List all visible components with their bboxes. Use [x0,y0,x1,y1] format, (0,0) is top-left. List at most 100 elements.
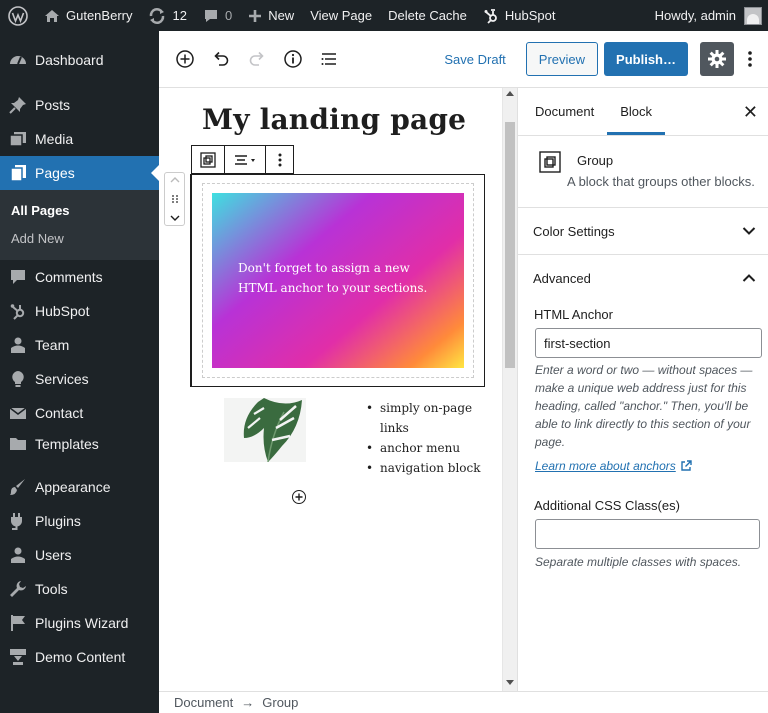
chevron-up-icon [742,273,756,283]
my-account-link[interactable]: Howdy, admin [647,0,762,31]
download-icon [8,647,28,667]
feature-list[interactable]: simply on-page links anchor menu navigati… [361,398,481,478]
sidebar-item-contact[interactable]: Contact [0,396,159,430]
drag-handle-icon[interactable] [171,194,179,204]
comments-icon [8,267,28,287]
block-type-button[interactable] [192,146,225,173]
hubspot-link[interactable]: HubSpot [475,0,564,31]
inline-add-block-button[interactable] [292,490,306,504]
block-toolbar [191,145,294,174]
paintbrush-icon [8,477,28,497]
plugin-icon [8,511,28,531]
sidebar-item-label: Team [35,337,70,353]
admin-sidebar: Dashboard Posts Media Pages All Pages Ad… [0,31,159,713]
close-icon[interactable]: ✕ [743,102,758,123]
plus-circle-icon [175,49,195,69]
scroll-down-arrow-icon[interactable] [506,680,514,685]
delete-cache-link[interactable]: Delete Cache [380,0,475,31]
color-settings-panel[interactable]: Color Settings [518,208,768,255]
tab-document[interactable]: Document [522,88,607,135]
undo-button[interactable] [203,41,239,77]
external-link-icon [680,460,692,472]
plant-image[interactable] [224,398,306,462]
sidebar-item-plugins[interactable]: Plugins [0,504,159,538]
updates-link[interactable]: 12 [140,0,194,31]
breadcrumb-document[interactable]: Document [174,695,233,710]
settings-sidebar: Document Block ✕ Group A block that grou… [517,88,768,691]
new-content-link[interactable]: New [240,0,302,31]
pin-icon [8,95,28,115]
align-center-icon [233,154,257,166]
breadcrumb-group[interactable]: Group [262,695,298,710]
sidebar-item-posts[interactable]: Posts [0,88,159,122]
sidebar-item-dashboard[interactable]: Dashboard [0,43,159,77]
users-icon [8,545,28,565]
block-card: Group A block that groups other blocks. [518,136,768,208]
gear-icon [707,49,727,69]
settings-button[interactable] [700,42,734,76]
more-options-button[interactable] [738,42,762,76]
comments-link[interactable]: 0 [195,0,240,31]
delete-cache-label: Delete Cache [388,8,467,23]
sidebar-item-label: Demo Content [35,649,126,665]
sidebar-item-templates[interactable]: Templates [0,430,159,458]
help-line: able to link directly to this section of… [535,417,751,431]
help-line: page. [535,435,566,449]
align-button[interactable] [225,146,266,173]
tab-block[interactable]: Block [607,88,666,135]
list-item-line: simply on-page [380,401,473,415]
sidebar-item-tools[interactable]: Tools [0,572,159,606]
canvas-scrollbar[interactable] [502,88,517,691]
sidebar-item-pages[interactable]: Pages [0,156,159,190]
sidebar-item-comments[interactable]: Comments [0,260,159,294]
html-anchor-label: HTML Anchor [534,307,613,322]
preview-button[interactable]: Preview [525,42,599,76]
sidebar-item-appearance[interactable]: Appearance [0,470,159,504]
plus-icon [248,9,262,23]
redo-button[interactable] [239,41,275,77]
block-navigation-button[interactable] [311,41,347,77]
sidebar-item-users[interactable]: Users [0,538,159,572]
move-up-button[interactable] [170,176,180,183]
folder-icon [8,434,28,454]
flag-icon [8,613,28,633]
sidebar-item-demo-content[interactable]: Demo Content [0,640,159,674]
scroll-up-arrow-icon[interactable] [506,91,514,96]
sidebar-item-hubspot[interactable]: HubSpot [0,294,159,328]
group-paragraph[interactable]: Don't forget to assign a new HTML anchor… [238,258,443,298]
advanced-panel-toggle[interactable]: Advanced [518,255,768,301]
wordpress-logo-button[interactable] [0,0,36,31]
avatar [744,6,762,25]
post-title[interactable]: My landing page [202,103,466,136]
lightbulb-icon [8,369,28,389]
view-page-link[interactable]: View Page [302,0,380,31]
pages-submenu: All Pages Add New [0,190,159,260]
sidebar-item-plugins-wizard[interactable]: Plugins Wizard [0,606,159,640]
wordpress-icon [8,5,28,26]
wrench-icon [8,579,28,599]
css-class-input[interactable] [535,519,760,549]
list-item: simply on-page links [361,398,481,438]
sidebar-item-team[interactable]: Team [0,328,159,362]
save-draft-button[interactable]: Save Draft [432,52,517,67]
scrollbar-thumb[interactable] [505,122,515,368]
home-icon [44,8,60,24]
sidebar-item-media[interactable]: Media [0,122,159,156]
block-more-options-button[interactable] [266,146,293,173]
html-anchor-help: Enter a word or two — without spaces — m… [518,361,768,451]
add-block-button[interactable] [167,41,203,77]
submenu-add-new[interactable]: Add New [0,224,159,252]
hubspot-icon [483,8,499,24]
list-item-line: links [380,421,409,435]
admin-bar: GutenBerry 12 0 New View Page Delete Cac… [0,0,768,31]
site-name-link[interactable]: GutenBerry [36,0,140,31]
sidebar-item-label: Plugins Wizard [35,615,129,631]
html-anchor-input[interactable]: first-section [535,328,762,358]
sidebar-item-services[interactable]: Services [0,362,159,396]
learn-more-anchors-link[interactable]: Learn more about anchors [518,459,768,473]
publish-button[interactable]: Publish… [604,42,688,76]
move-down-button[interactable] [170,215,180,222]
howdy-label: Howdy, admin [654,8,736,23]
submenu-all-pages[interactable]: All Pages [0,196,159,224]
content-info-button[interactable] [275,41,311,77]
